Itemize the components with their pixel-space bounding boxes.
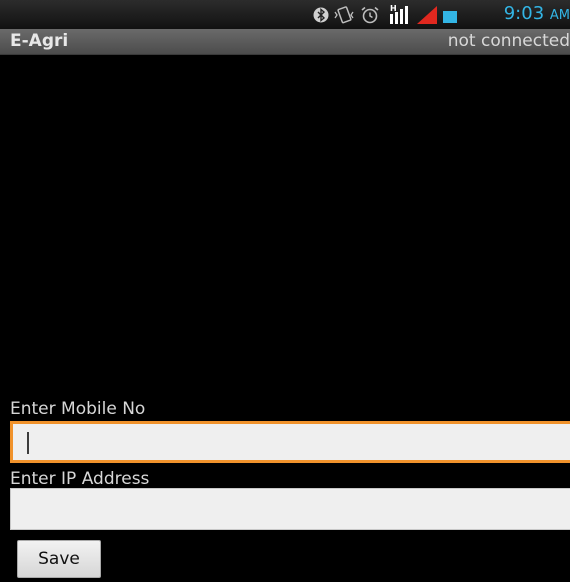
connection-status: not connected [447, 31, 570, 51]
ip-address-label: Enter IP Address [10, 469, 150, 489]
vibrate-icon [334, 6, 354, 24]
status-time: 9:03 AM [504, 3, 570, 24]
bluetooth-icon [313, 7, 329, 23]
mobile-number-label: Enter Mobile No [10, 399, 146, 419]
alarm-icon [361, 6, 379, 24]
title-bar: E-Agri not connected [0, 29, 570, 55]
text-cursor [27, 432, 29, 454]
mobile-number-input[interactable] [10, 421, 570, 463]
status-bar: H 9:03 AM [0, 0, 570, 29]
ip-address-input[interactable] [10, 488, 570, 530]
app-screen: H 9:03 AM E-Agri not connected Enter Mob… [0, 0, 570, 582]
app-title: E-Agri [10, 31, 69, 51]
battery-icon [443, 11, 457, 23]
time-value: 9:03 [503, 3, 545, 24]
data-signal-icon: H [390, 4, 408, 24]
time-ampm: AM [549, 8, 570, 23]
svg-text:H: H [390, 4, 397, 13]
save-button[interactable]: Save [17, 540, 101, 578]
cell-signal-icon [417, 6, 437, 24]
